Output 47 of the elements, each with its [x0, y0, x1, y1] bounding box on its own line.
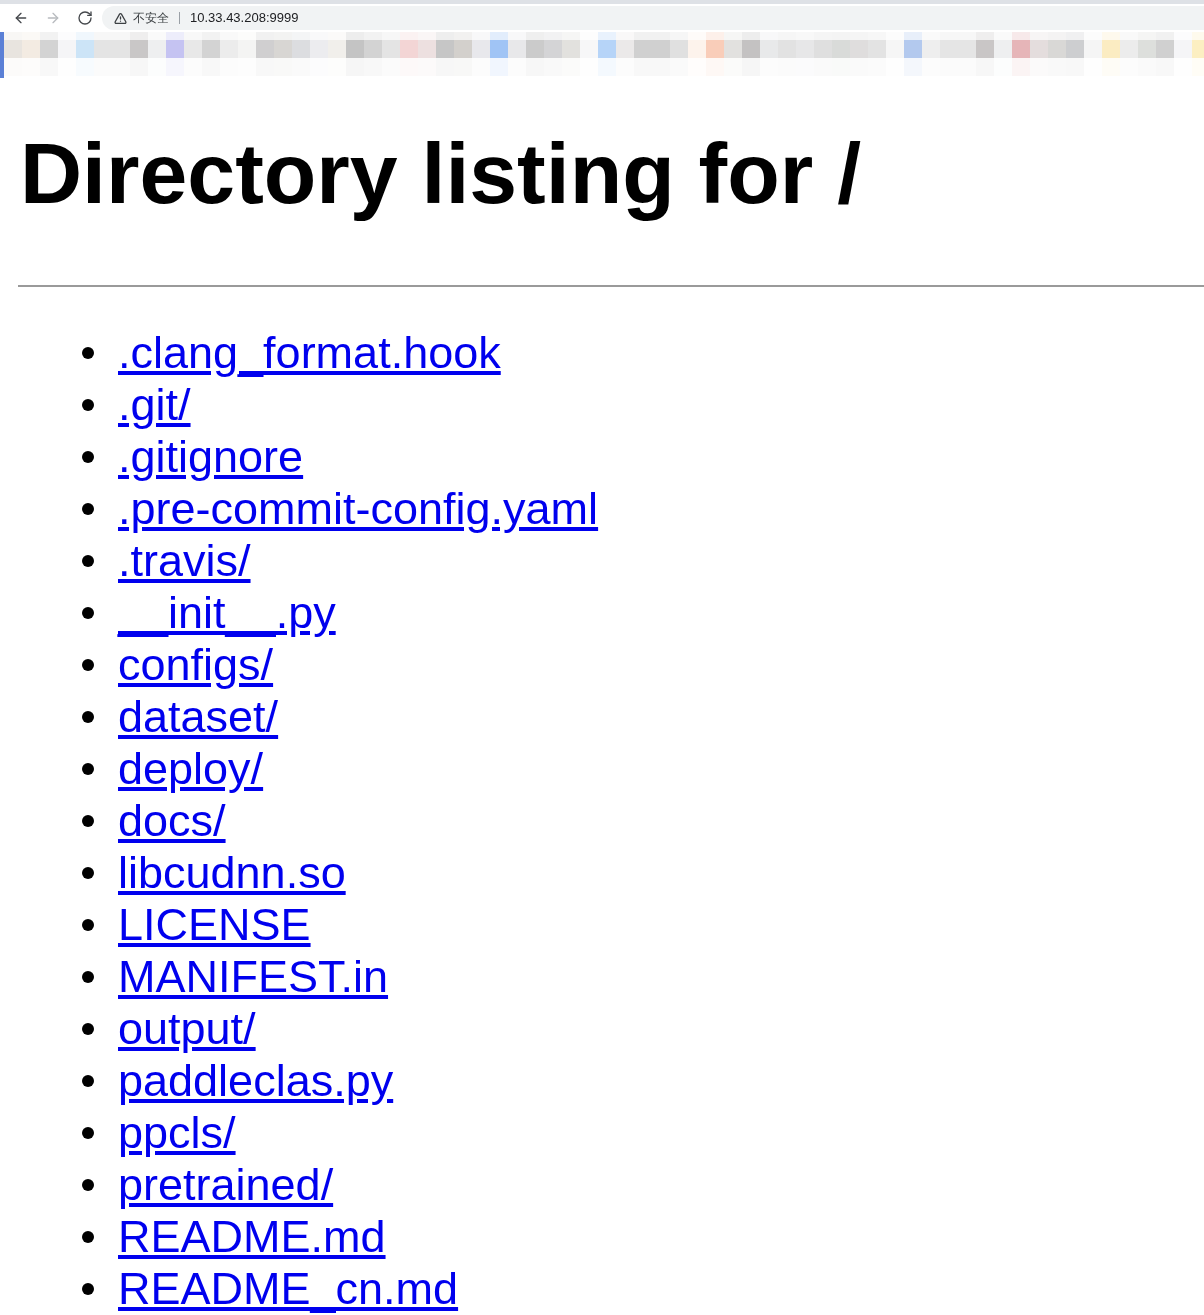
file-link[interactable]: dataset/ — [118, 691, 279, 743]
bullet-icon — [82, 763, 94, 775]
bullet-icon — [82, 607, 94, 619]
bullet-icon — [82, 1179, 94, 1191]
bullet-icon — [82, 399, 94, 411]
bullet-icon — [82, 711, 94, 723]
reload-icon — [77, 10, 93, 26]
arrow-left-icon — [13, 10, 29, 26]
bullet-icon — [82, 867, 94, 879]
bullet-icon — [82, 1231, 94, 1243]
bullet-icon — [82, 1127, 94, 1139]
arrow-right-icon — [45, 10, 61, 26]
bullet-icon — [82, 451, 94, 463]
bullet-icon — [82, 1023, 94, 1035]
bullet-icon — [82, 919, 94, 931]
warning-icon — [114, 11, 127, 25]
address-bar[interactable]: 不安全 10.33.43.208:9999 — [102, 6, 1204, 30]
file-link[interactable]: paddleclas.py — [118, 1055, 394, 1107]
file-link[interactable]: libcudnn.so — [118, 847, 346, 899]
file-link[interactable]: README.md — [118, 1211, 386, 1263]
file-link[interactable]: .clang_format.hook — [118, 327, 501, 379]
file-link[interactable]: output/ — [118, 1003, 256, 1055]
file-link[interactable]: ppcls/ — [118, 1107, 236, 1159]
reload-button[interactable] — [76, 9, 94, 27]
file-link[interactable]: configs/ — [118, 639, 274, 691]
bullet-icon — [82, 1283, 94, 1295]
file-link[interactable]: .pre-commit-config.yaml — [118, 483, 599, 535]
file-link[interactable]: .gitignore — [118, 431, 304, 483]
file-link[interactable]: README_cn.md — [118, 1263, 459, 1315]
security-label: 不安全 — [133, 10, 169, 26]
bullet-icon — [82, 1075, 94, 1087]
bullet-icon — [82, 971, 94, 983]
file-link[interactable]: MANIFEST.in — [118, 951, 389, 1003]
file-link[interactable]: deploy/ — [118, 743, 264, 795]
bullet-icon — [82, 503, 94, 515]
bullet-icon — [82, 659, 94, 671]
bullet-icon — [82, 815, 94, 827]
file-link[interactable]: __init__.py — [118, 587, 336, 639]
file-link[interactable]: .travis/ — [118, 535, 251, 587]
file-link[interactable]: docs/ — [118, 795, 226, 847]
file-link[interactable]: pretrained/ — [118, 1159, 334, 1211]
file-link[interactable]: LICENSE — [118, 899, 311, 951]
page-heading: Directory listing for / — [20, 124, 862, 223]
file-link[interactable]: .git/ — [118, 379, 191, 431]
bullet-icon — [82, 347, 94, 359]
url-text: 10.33.43.208:9999 — [190, 10, 299, 26]
bullet-icon — [82, 555, 94, 567]
